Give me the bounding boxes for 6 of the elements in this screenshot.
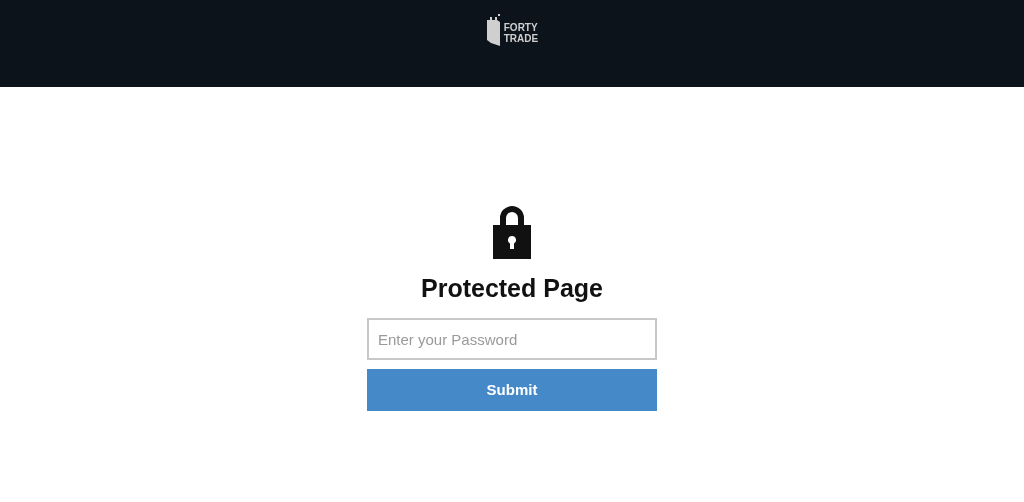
page-title: Protected Page [421, 273, 603, 303]
logo-text: FORTY [503, 22, 539, 33]
lock-icon [492, 205, 532, 259]
submit-button[interactable]: Submit [367, 369, 657, 411]
logo-text: TRADE [503, 33, 539, 44]
password-field[interactable]: Enter your Password [367, 318, 657, 360]
